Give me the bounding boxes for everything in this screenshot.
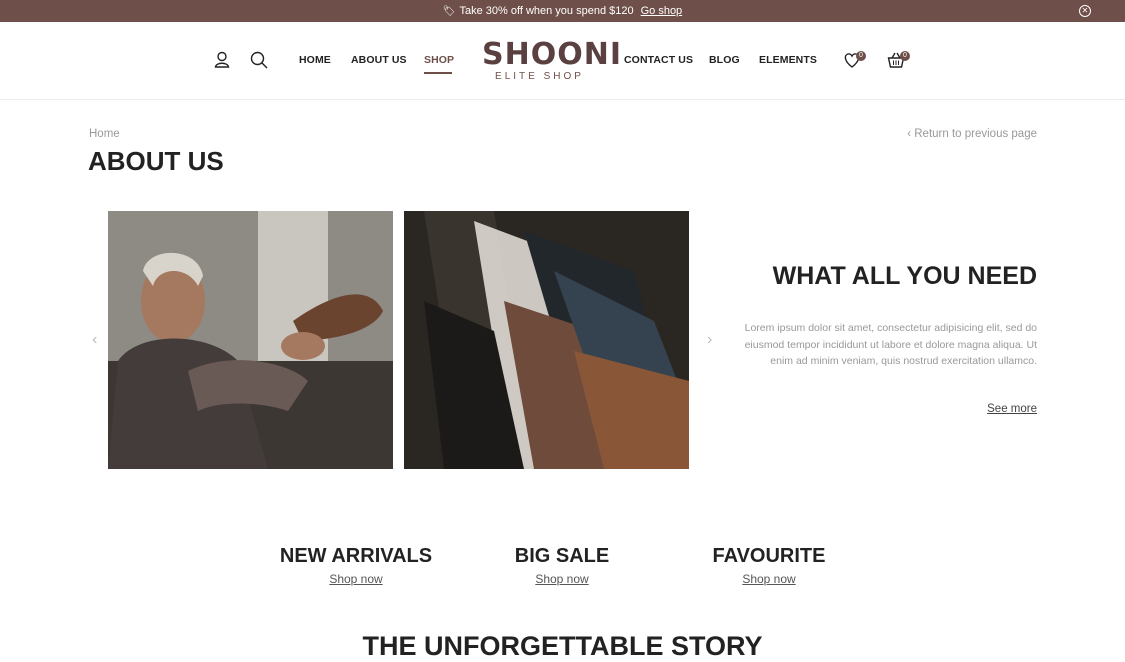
nav-active-underline [424,72,452,74]
nav-blog[interactable]: BLOG [709,54,740,66]
nav-home[interactable]: HOME [299,54,331,66]
search-icon[interactable] [249,50,269,70]
category-favourite: FAVOURITE Shop now [684,545,854,586]
site-logo[interactable]: SHOONI ELITE SHOP [482,37,622,87]
tag-icon: 🏷 [442,5,456,17]
promo-link[interactable]: Go shop [641,5,683,17]
nav-elements[interactable]: ELEMENTS [759,54,817,66]
user-icon[interactable] [212,50,232,70]
breadcrumb[interactable]: Home [89,128,120,140]
category-new-arrivals: NEW ARRIVALS Shop now [271,545,441,586]
category-title: FAVOURITE [712,545,826,567]
story-title: THE UNFORGETTABLE STORY [362,631,763,661]
photo-shoe-rack [404,211,689,469]
category-title: BIG SALE [514,545,610,567]
wishlist-count-badge: 0 [856,51,866,61]
return-label: Return to previous page [914,128,1037,140]
category-big-sale: BIG SALE Shop now [477,545,647,586]
page-title: ABOUT US [88,146,224,176]
see-more-link[interactable]: See more [987,403,1037,415]
return-previous-link[interactable]: ‹ Return to previous page [907,128,1037,140]
feature-text: Lorem ipsum dolor sit amet, consectetur … [744,322,1037,367]
feature-title: WHAT ALL YOU NEED [772,262,1037,290]
photo-man-holding-shoe [108,211,393,469]
shop-now-link[interactable]: Shop now [477,572,647,586]
category-title: NEW ARRIVALS [279,545,433,567]
nav-shop[interactable]: SHOP [424,54,454,66]
shop-now-link[interactable]: Shop now [271,572,441,586]
logo-subtitle: ELITE SHOP [495,71,584,82]
site-header: HOME ABOUT US SHOP SHOONI ELITE SHOP CON… [0,22,1125,100]
nav-contact-us[interactable]: CONTACT US [624,54,693,66]
cart-count-badge: 0 [900,51,910,61]
promo-bar: 🏷 Take 30% off when you spend $120 Go sh… [0,0,1125,22]
logo-text: SHOONI [482,37,622,72]
nav-about-us[interactable]: ABOUT US [351,54,407,66]
carousel-next-arrow[interactable]: › [707,331,712,349]
carousel-prev-arrow[interactable]: ‹ [92,331,97,349]
close-icon[interactable]: ✕ [1079,5,1091,17]
promo-text: Take 30% off when you spend $120 [459,5,634,17]
shop-now-link[interactable]: Shop now [684,572,854,586]
